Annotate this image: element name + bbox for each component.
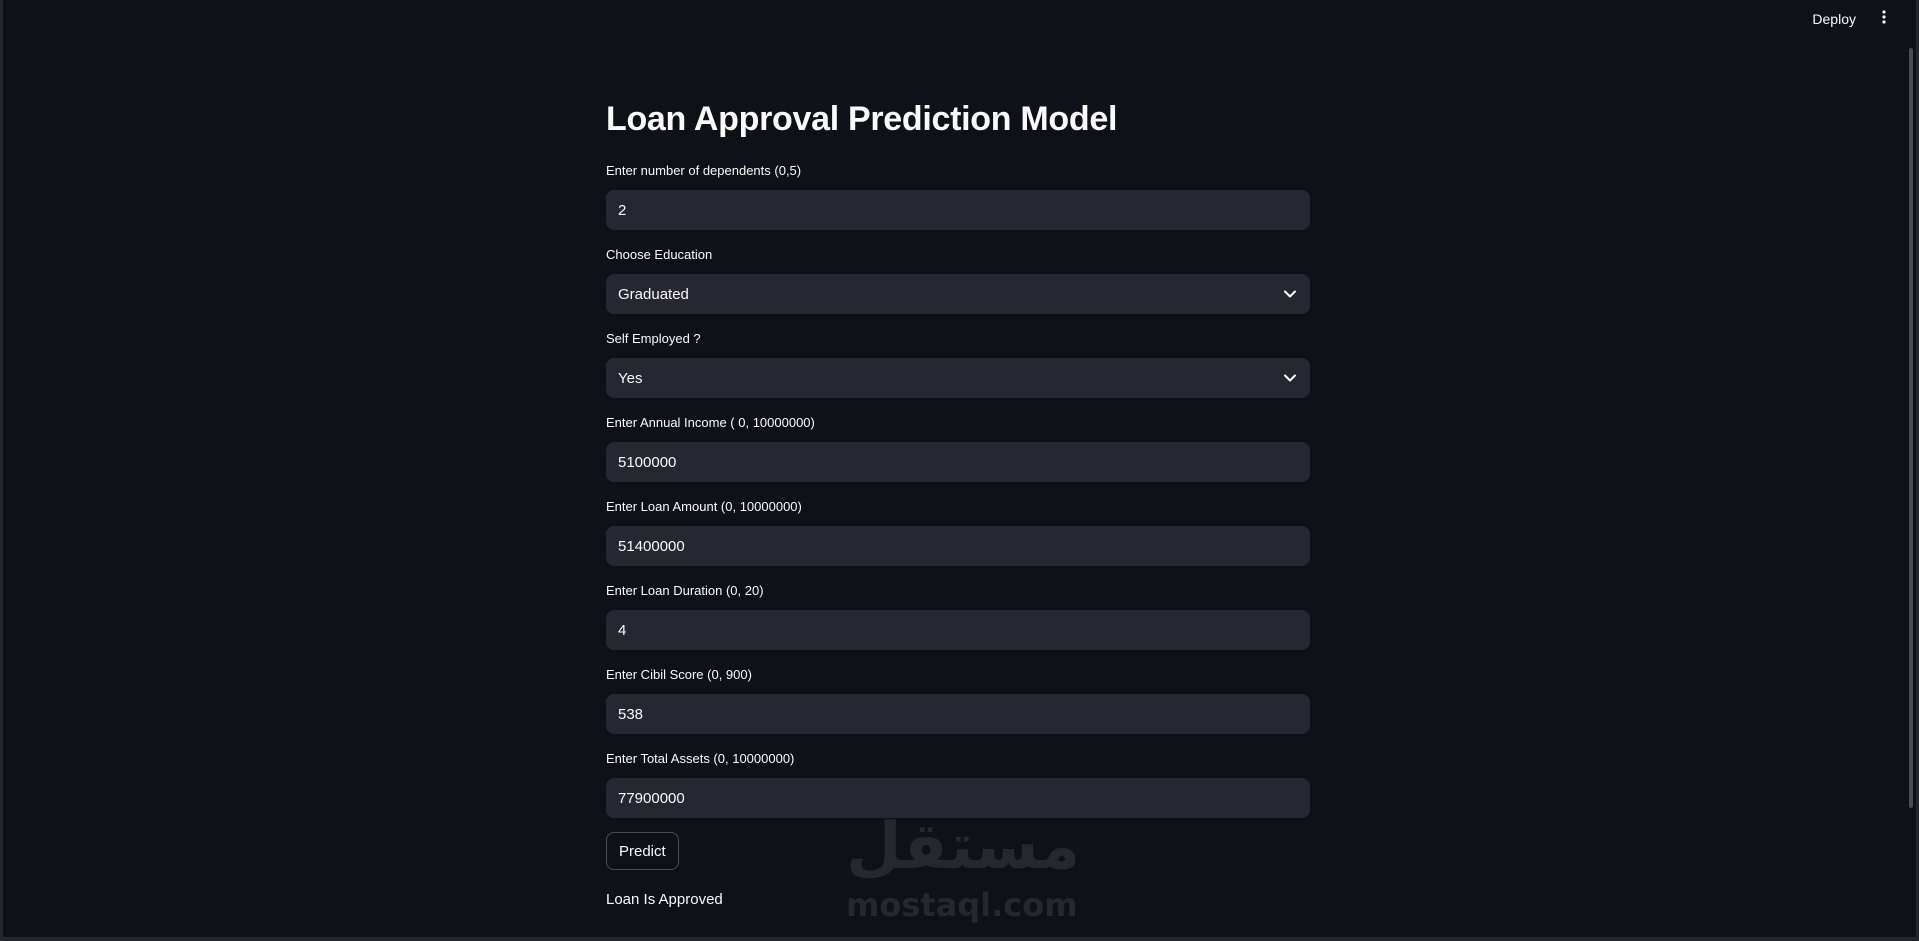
watermark: مستقل mostaql.com bbox=[846, 808, 1081, 928]
total-assets-label: Enter Total Assets (0, 10000000) bbox=[606, 751, 795, 766]
chevron-down-icon[interactable] bbox=[1282, 370, 1298, 386]
loan-duration-input-box[interactable] bbox=[606, 610, 1310, 650]
annual-income-label: Enter Annual Income ( 0, 10000000) bbox=[606, 415, 815, 430]
predict-button[interactable]: Predict bbox=[606, 832, 679, 870]
dependents-label: Enter number of dependents (0,5) bbox=[606, 163, 802, 178]
loan-amount-input[interactable] bbox=[618, 537, 1298, 555]
cibil-score-input[interactable] bbox=[618, 705, 1298, 723]
self-employed-select[interactable]: Yes bbox=[606, 358, 1310, 398]
loan-duration-input[interactable] bbox=[618, 621, 1298, 639]
cibil-score-field: Enter Cibil Score (0, 900) bbox=[606, 666, 1310, 734]
education-field: Choose Education Graduated bbox=[606, 246, 1310, 314]
watermark-logo: مستقل bbox=[846, 810, 1081, 884]
loan-duration-field: Enter Loan Duration (0, 20) bbox=[606, 582, 1310, 650]
self-employed-label: Self Employed ? bbox=[606, 331, 701, 346]
prediction-result: Loan Is Approved bbox=[606, 891, 723, 908]
main-menu-button[interactable] bbox=[1874, 7, 1894, 31]
deploy-button[interactable]: Deploy bbox=[1804, 5, 1864, 33]
vertical-dots-icon bbox=[1882, 9, 1886, 29]
annual-income-field: Enter Annual Income ( 0, 10000000) bbox=[606, 414, 1310, 482]
loan-duration-label: Enter Loan Duration (0, 20) bbox=[606, 583, 764, 598]
annual-income-input-box[interactable] bbox=[606, 442, 1310, 482]
loan-amount-label: Enter Loan Amount (0, 10000000) bbox=[606, 499, 802, 514]
dependents-field: Enter number of dependents (0,5) bbox=[606, 162, 1310, 230]
cibil-score-label: Enter Cibil Score (0, 900) bbox=[606, 667, 752, 682]
self-employed-selected-value: Yes bbox=[618, 369, 643, 387]
self-employed-field: Self Employed ? Yes bbox=[606, 330, 1310, 398]
annual-income-input[interactable] bbox=[618, 453, 1298, 471]
app-window: Deploy Loan Approval Prediction Model En… bbox=[0, 0, 1919, 941]
education-select[interactable]: Graduated bbox=[606, 274, 1310, 314]
watermark-url: mostaql.com bbox=[846, 886, 1078, 924]
dependents-input[interactable] bbox=[618, 201, 1298, 219]
loan-amount-input-box[interactable] bbox=[606, 526, 1310, 566]
education-selected-value: Graduated bbox=[618, 285, 689, 303]
vertical-scrollbar[interactable] bbox=[1909, 48, 1913, 808]
cibil-score-input-box[interactable] bbox=[606, 694, 1310, 734]
page-title: Loan Approval Prediction Model bbox=[606, 100, 1118, 138]
total-assets-field: Enter Total Assets (0, 10000000) bbox=[606, 750, 1310, 818]
loan-amount-field: Enter Loan Amount (0, 10000000) bbox=[606, 498, 1310, 566]
dependents-input-box[interactable] bbox=[606, 190, 1310, 230]
chevron-down-icon[interactable] bbox=[1282, 286, 1298, 302]
total-assets-input-box[interactable] bbox=[606, 778, 1310, 818]
header-toolbar: Deploy bbox=[1804, 0, 1916, 38]
education-label: Choose Education bbox=[606, 247, 713, 262]
total-assets-input[interactable] bbox=[618, 789, 1298, 807]
